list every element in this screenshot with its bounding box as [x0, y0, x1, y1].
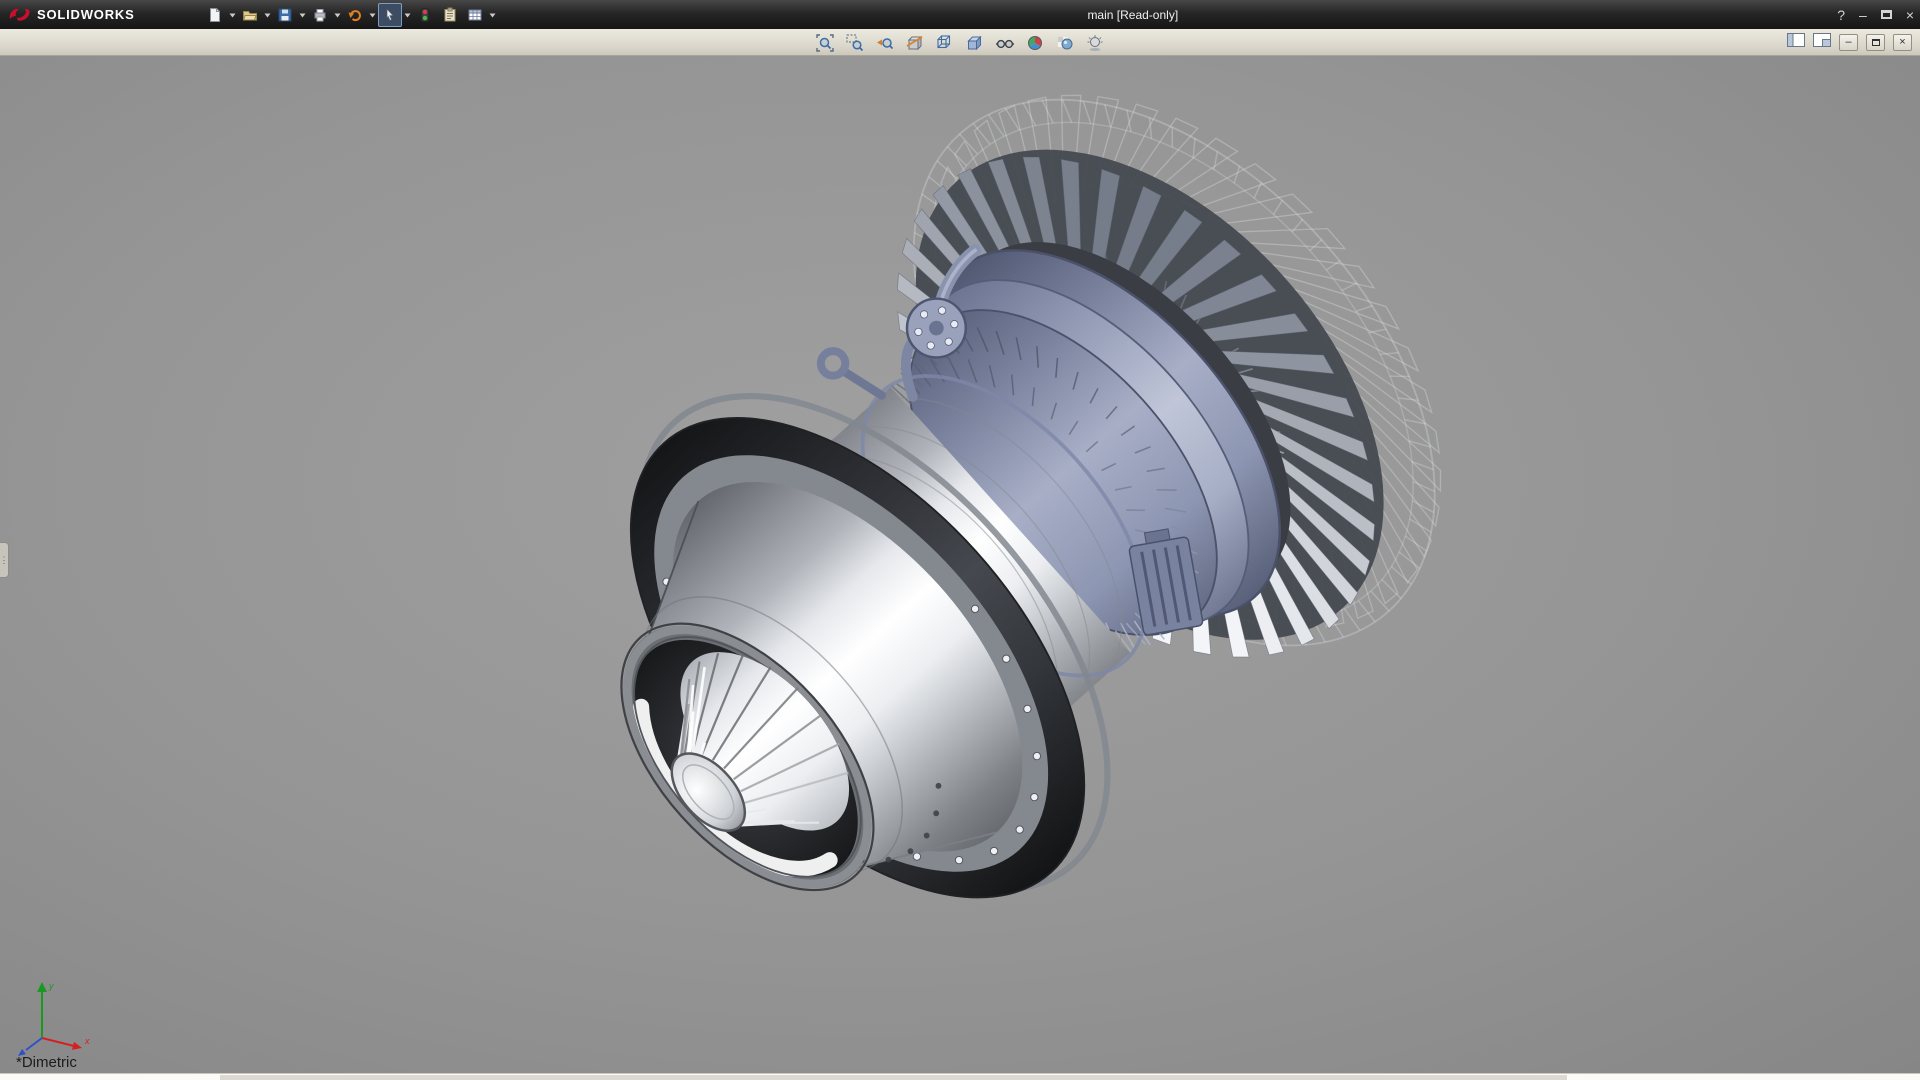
section-view-button[interactable] — [903, 31, 927, 55]
triad-x-label: x — [84, 1036, 90, 1046]
new-document-dropdown[interactable] — [228, 3, 237, 27]
print-dropdown[interactable] — [333, 3, 342, 27]
triad-x-axis — [42, 1038, 74, 1046]
reference-triad[interactable]: y x — [12, 974, 102, 1064]
edit-appearance-icon — [1025, 33, 1045, 53]
status-strip — [0, 1073, 1920, 1080]
save-icon — [277, 7, 293, 23]
triad-y-arrowhead — [37, 982, 47, 992]
select-dropdown[interactable] — [403, 3, 412, 27]
undo-button[interactable] — [343, 3, 367, 27]
open-folder-icon — [242, 7, 258, 23]
apply-scene-button[interactable] — [1053, 31, 1077, 55]
previous-view-button[interactable] — [873, 31, 897, 55]
standard-toolbar — [203, 3, 497, 27]
doc-restore-button[interactable] — [1866, 34, 1885, 51]
rebuild-stoplight-icon — [417, 7, 433, 23]
minimize-button[interactable]: – — [1859, 8, 1867, 22]
design-table-icon — [467, 7, 483, 23]
split-view-button[interactable] — [1813, 33, 1831, 52]
save-dropdown[interactable] — [298, 3, 307, 27]
print-icon — [312, 7, 328, 23]
zoom-to-area-icon — [845, 33, 865, 53]
heads-up-view-toolbar — [813, 29, 1107, 56]
zoom-to-area-button[interactable] — [843, 31, 867, 55]
save-button[interactable] — [273, 3, 297, 27]
triad-y-label: y — [48, 981, 54, 991]
ds-logo-icon — [8, 7, 32, 23]
display-style-icon — [965, 33, 985, 53]
doc-minimize-button[interactable]: – — [1839, 34, 1858, 51]
new-document-icon — [207, 7, 223, 23]
engine-assembly[interactable] — [467, 56, 1545, 1055]
restore-glyph-icon — [1872, 39, 1880, 46]
view-settings-button[interactable] — [1083, 31, 1107, 55]
hide-show-items-icon — [995, 33, 1015, 53]
section-view-icon — [905, 33, 925, 53]
help-button[interactable]: ? — [1837, 8, 1845, 22]
solidworks-window: SOLIDWORKS — [0, 0, 1920, 1080]
close-button[interactable]: × — [1906, 8, 1914, 22]
status-strip-segment — [220, 1075, 1567, 1080]
design-table-button[interactable] — [463, 3, 487, 27]
triad-z-axis — [26, 1038, 42, 1050]
feature-pane-icon — [1787, 33, 1805, 47]
display-style-button[interactable] — [963, 31, 987, 55]
document-title: main [Read-only] — [1087, 8, 1178, 22]
zoom-to-fit-icon — [815, 33, 835, 53]
view-settings-icon — [1085, 33, 1105, 53]
restore-button[interactable] — [1881, 10, 1892, 19]
select-button[interactable] — [378, 3, 402, 27]
doc-close-button[interactable]: × — [1893, 34, 1912, 51]
zoom-to-fit-button[interactable] — [813, 31, 837, 55]
undo-icon — [347, 7, 363, 23]
select-cursor-icon — [382, 7, 398, 23]
toolbar-options-dropdown[interactable] — [488, 3, 497, 27]
hide-show-items-button[interactable] — [993, 31, 1017, 55]
edit-appearance-button[interactable] — [1023, 31, 1047, 55]
graphics-viewport[interactable]: y x *Dimetric ⋮ — [0, 56, 1920, 1073]
engine-model[interactable] — [0, 56, 1920, 1073]
app-logo: SOLIDWORKS — [0, 7, 145, 23]
document-window-controls: – × — [1787, 29, 1912, 56]
show-feature-pane-button[interactable] — [1787, 33, 1805, 52]
open-button[interactable] — [238, 3, 262, 27]
split-view-icon — [1813, 33, 1831, 47]
rebuild-button[interactable] — [413, 3, 437, 27]
app-name: SOLIDWORKS — [37, 7, 135, 22]
heads-up-toolbar-row: – × — [0, 29, 1920, 56]
undo-dropdown[interactable] — [368, 3, 377, 27]
apply-scene-icon — [1055, 33, 1075, 53]
triad-x-arrowhead — [72, 1042, 82, 1050]
open-dropdown[interactable] — [263, 3, 272, 27]
view-orientation-icon — [935, 33, 955, 53]
file-properties-icon — [442, 7, 458, 23]
featuremanager-flyout-handle[interactable]: ⋮ — [0, 542, 9, 578]
title-bar: SOLIDWORKS — [0, 0, 1920, 29]
view-orientation-label: *Dimetric — [16, 1054, 77, 1071]
print-button[interactable] — [308, 3, 332, 27]
previous-view-icon — [875, 33, 895, 53]
new-document-button[interactable] — [203, 3, 227, 27]
file-properties-button[interactable] — [438, 3, 462, 27]
window-controls: ? – × — [1837, 0, 1914, 29]
view-orientation-button[interactable] — [933, 31, 957, 55]
